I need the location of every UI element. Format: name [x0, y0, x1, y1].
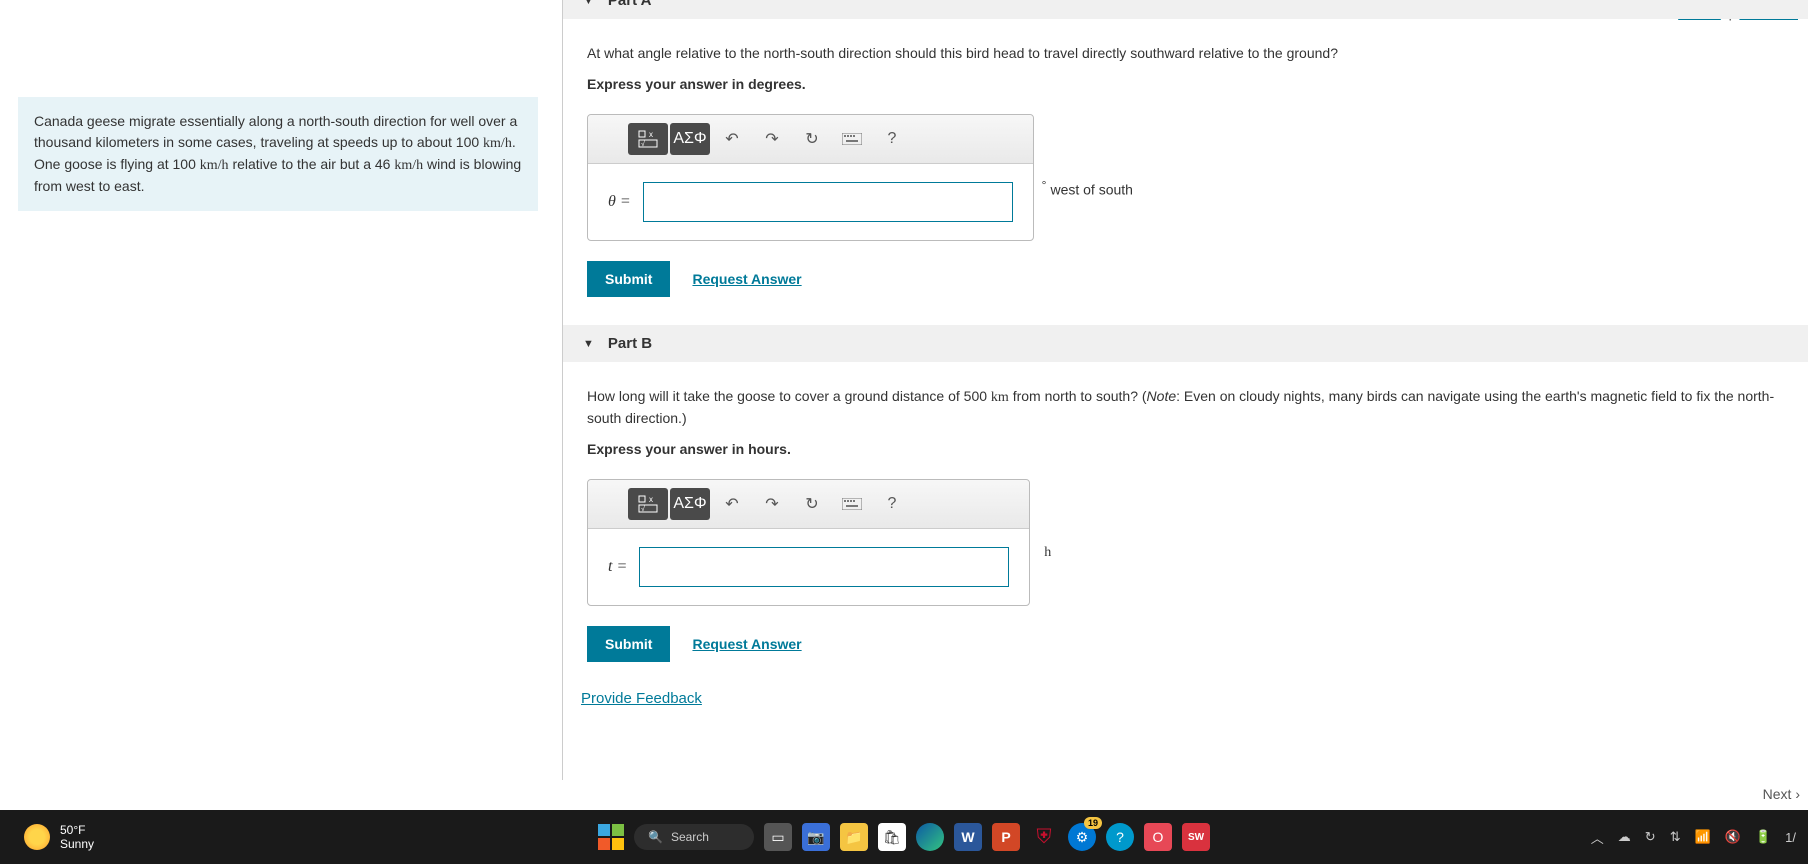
task-view-icon[interactable]: ▭ [764, 823, 792, 851]
help-icon[interactable]: ? [872, 123, 912, 155]
file-explorer-icon[interactable]: 📁 [840, 823, 868, 851]
answer-toolbar: x√ ΑΣΦ ↶ ↷ ↻ ? [588, 480, 1029, 529]
templates-icon[interactable]: x√ [628, 123, 668, 155]
part-a-submit-row: Submit Request Answer [587, 261, 1784, 297]
chevron-up-icon[interactable]: ︿ [1591, 828, 1604, 847]
start-icon[interactable] [598, 824, 624, 850]
part-a-unit: °west of south [1042, 178, 1133, 198]
taskbar-center: 🔍 Search ▭ 📷 📁 🛍 W P ⛨ ⚙19 ? O SW [598, 810, 1210, 864]
problem-text: Canada geese migrate essentially along a… [34, 113, 517, 150]
sync-icon[interactable]: ↻ [1645, 829, 1656, 845]
part-a-answer-box: x√ ΑΣΦ ↶ ↷ ↻ ? θ = [587, 114, 1034, 241]
part-b-submit-row: Submit Request Answer [587, 626, 1784, 662]
weather-widget[interactable]: 50°F Sunny [0, 823, 94, 852]
part-a-header[interactable]: ▼ Part A [563, 0, 1808, 19]
undo-icon[interactable]: ↶ [712, 123, 752, 155]
undo-icon[interactable]: ↶ [712, 488, 752, 520]
svg-text:x: x [649, 130, 653, 139]
part-b-label: Part B [608, 335, 652, 352]
greek-icon[interactable]: ΑΣΦ [670, 488, 710, 520]
svg-text:√: √ [641, 140, 645, 148]
unit: km [991, 390, 1009, 405]
cloud-icon[interactable]: ☁ [1618, 829, 1631, 845]
unit-text: west of south [1050, 181, 1133, 197]
part-a-instruction: Express your answer in degrees. [587, 76, 1784, 92]
collapse-icon: ▼ [583, 0, 594, 7]
collapse-icon: ▼ [583, 338, 594, 350]
part-b-submit-button[interactable]: Submit [587, 626, 670, 662]
reset-icon[interactable]: ↻ [792, 123, 832, 155]
settings-icon[interactable]: ⚙19 [1068, 823, 1096, 851]
svg-text:√: √ [641, 505, 645, 513]
part-a-question: At what angle relative to the north-sout… [587, 43, 1784, 64]
office-icon[interactable]: O [1144, 823, 1172, 851]
part-b-input-row: t = [588, 529, 1029, 605]
part-b-header[interactable]: ▼ Part B [563, 325, 1808, 362]
note-label: Note [1147, 388, 1177, 404]
templates-icon[interactable]: x√ [628, 488, 668, 520]
problem-text: relative to the air but a 46 [229, 156, 395, 172]
next-button[interactable]: Next › [1763, 786, 1800, 802]
powerpoint-icon[interactable]: P [992, 823, 1020, 851]
help-icon[interactable]: ? [1106, 823, 1134, 851]
wifi-icon[interactable]: 📶 [1695, 829, 1711, 845]
page-indicator: 1/ [1785, 830, 1796, 845]
redo-icon[interactable]: ↷ [752, 123, 792, 155]
edge-icon[interactable] [916, 823, 944, 851]
part-b-unit: h [1044, 545, 1051, 561]
greek-icon[interactable]: ΑΣΦ [670, 123, 710, 155]
part-a-request-answer[interactable]: Request Answer [692, 271, 801, 287]
volume-mute-icon[interactable]: 🔇 [1725, 829, 1741, 845]
redo-icon[interactable]: ↷ [752, 488, 792, 520]
mcafee-icon[interactable]: ⛨ [1030, 823, 1058, 851]
condition: Sunny [60, 837, 94, 851]
sun-icon [24, 824, 50, 850]
solidworks-icon[interactable]: SW [1182, 823, 1210, 851]
help-icon[interactable]: ? [872, 488, 912, 520]
keyboard-icon[interactable] [832, 123, 872, 155]
badge-count: 19 [1084, 817, 1102, 829]
part-a-label: Part A [608, 0, 652, 9]
taskbar-right: ︿ ☁ ↻ ⇅ 📶 🔇 🔋 1/ [1591, 810, 1796, 864]
reset-icon[interactable]: ↻ [792, 488, 832, 520]
unit: km/h [483, 136, 512, 151]
search-placeholder: Search [671, 830, 709, 844]
part-a-submit-button[interactable]: Submit [587, 261, 670, 297]
part-b-body: How long will it take the goose to cover… [563, 362, 1808, 690]
provide-feedback-link[interactable]: Provide Feedback [563, 678, 702, 707]
degree-symbol: ° [1042, 178, 1047, 192]
part-b-request-answer[interactable]: Request Answer [692, 636, 801, 652]
battery-icon[interactable]: 🔋 [1755, 829, 1771, 845]
weather-text: 50°F Sunny [60, 823, 94, 852]
theta-input[interactable] [643, 182, 1013, 222]
q-text: from north to south? ( [1009, 388, 1147, 404]
camera-icon[interactable]: 📷 [802, 823, 830, 851]
unit: km/h [394, 158, 423, 173]
svg-text:x: x [649, 495, 653, 504]
part-b-answer-box: x√ ΑΣΦ ↶ ↷ ↻ ? t = [587, 479, 1030, 606]
bluetooth-icon[interactable]: ⇅ [1670, 829, 1681, 845]
unit: km/h [200, 158, 229, 173]
store-icon[interactable]: 🛍 [878, 823, 906, 851]
part-b-instruction: Express your answer in hours. [587, 441, 1784, 457]
main-panel: ▼ Part A At what angle relative to the n… [562, 0, 1808, 780]
keyboard-icon[interactable] [832, 488, 872, 520]
q-text: How long will it take the goose to cover… [587, 388, 991, 404]
search-icon: 🔍 [648, 830, 663, 844]
part-a-body: At what angle relative to the north-sout… [563, 19, 1808, 325]
answer-toolbar: x√ ΑΣΦ ↶ ↷ ↻ ? [588, 115, 1033, 164]
windows-taskbar: 50°F Sunny 🔍 Search ▭ 📷 📁 🛍 W P ⛨ ⚙19 ? … [0, 810, 1808, 864]
t-label: t = [608, 558, 627, 576]
theta-label: θ = [608, 193, 631, 211]
temperature: 50°F [60, 823, 94, 837]
t-input[interactable] [639, 547, 1009, 587]
search-box[interactable]: 🔍 Search [634, 824, 754, 850]
part-b-question: How long will it take the goose to cover… [587, 386, 1784, 429]
problem-statement: Canada geese migrate essentially along a… [18, 97, 538, 211]
word-icon[interactable]: W [954, 823, 982, 851]
part-a-input-row: θ = [588, 164, 1033, 240]
